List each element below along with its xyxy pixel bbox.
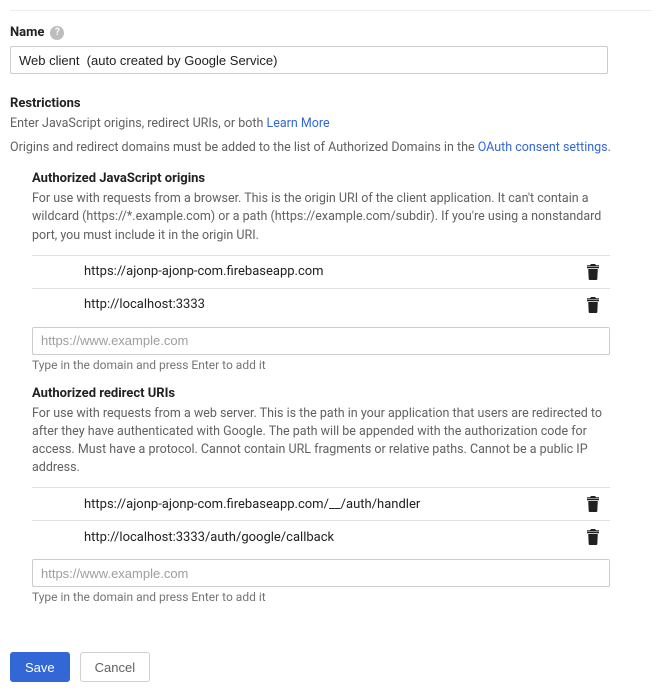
trash-icon[interactable] <box>586 264 600 280</box>
learn-more-link[interactable]: Learn More <box>266 116 329 131</box>
name-label: Name <box>10 25 44 40</box>
redirect-uris-list: https://ajonp-ajonp-com.firebaseapp.com/… <box>32 487 610 553</box>
redirect-uris-block: Authorized redirect URIs For use with re… <box>32 386 652 605</box>
js-origin-value: https://ajonp-ajonp-com.firebaseapp.com <box>84 264 324 279</box>
name-input[interactable] <box>10 46 608 74</box>
cancel-button[interactable]: Cancel <box>80 652 150 682</box>
restrictions-desc-2: Origins and redirect domains must be add… <box>10 139 652 157</box>
js-origin-add-wrap: Type in the domain and press Enter to ad… <box>32 327 610 372</box>
restrictions-desc-text: Enter JavaScript origins, redirect URIs,… <box>10 116 266 131</box>
restrictions-title: Restrictions <box>10 96 652 111</box>
restrictions-desc-1: Enter JavaScript origins, redirect URIs,… <box>10 115 652 133</box>
js-origins-desc: For use with requests from a browser. Th… <box>32 190 612 244</box>
button-row: Save Cancel <box>10 652 652 682</box>
js-origin-row: http://localhost:3333 <box>32 288 610 321</box>
redirect-uri-row: https://ajonp-ajonp-com.firebaseapp.com/… <box>32 487 610 520</box>
restrictions-desc-2b: . <box>608 140 611 155</box>
redirect-uri-add-input[interactable] <box>32 559 610 587</box>
redirect-uri-add-wrap: Type in the domain and press Enter to ad… <box>32 559 610 604</box>
js-origins-block: Authorized JavaScript origins For use wi… <box>32 171 652 371</box>
restrictions-desc-2a: Origins and redirect domains must be add… <box>10 140 478 155</box>
js-origin-value: http://localhost:3333 <box>84 297 205 312</box>
trash-icon[interactable] <box>586 496 600 512</box>
top-divider <box>10 10 652 11</box>
redirect-uri-value: https://ajonp-ajonp-com.firebaseapp.com/… <box>84 497 420 512</box>
redirect-uri-hint: Type in the domain and press Enter to ad… <box>32 590 610 604</box>
js-origins-title: Authorized JavaScript origins <box>32 171 652 186</box>
js-origins-list: https://ajonp-ajonp-com.firebaseapp.com … <box>32 255 610 321</box>
trash-icon[interactable] <box>586 529 600 545</box>
oauth-consent-link[interactable]: OAuth consent settings <box>478 140 608 155</box>
trash-icon[interactable] <box>586 297 600 313</box>
js-origin-row: https://ajonp-ajonp-com.firebaseapp.com <box>32 255 610 288</box>
redirect-uris-title: Authorized redirect URIs <box>32 386 652 401</box>
js-origin-add-input[interactable] <box>32 327 610 355</box>
name-label-row: Name ? <box>10 25 652 40</box>
js-origin-hint: Type in the domain and press Enter to ad… <box>32 358 610 372</box>
redirect-uri-row: http://localhost:3333/auth/google/callba… <box>32 520 610 553</box>
redirect-uri-value: http://localhost:3333/auth/google/callba… <box>84 530 334 545</box>
help-icon[interactable]: ? <box>50 26 64 40</box>
redirect-uris-desc: For use with requests from a web server.… <box>32 405 612 478</box>
save-button[interactable]: Save <box>10 652 70 682</box>
